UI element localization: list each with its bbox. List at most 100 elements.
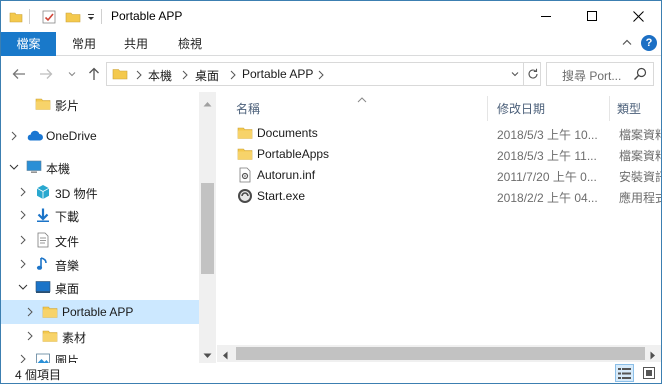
column-divider[interactable]	[487, 96, 488, 121]
download-icon	[35, 207, 51, 223]
chevron-right-icon	[317, 69, 325, 83]
tab-view[interactable]: 檢視	[165, 32, 215, 56]
folder-icon	[9, 8, 23, 26]
chevron-right-icon[interactable]	[9, 131, 19, 141]
cloud-icon	[26, 128, 43, 144]
details-view-button[interactable]	[615, 364, 634, 382]
file-row[interactable]: PortableApps 2018/5/3 上午 11... 檔案資料	[235, 144, 661, 165]
maximize-button[interactable]	[569, 1, 615, 31]
expand-ribbon-icon[interactable]	[621, 37, 633, 52]
cube-icon	[35, 184, 51, 200]
tab-home[interactable]: 常用	[59, 32, 109, 56]
minimize-button[interactable]	[523, 1, 569, 31]
music-icon	[35, 256, 51, 272]
scroll-down-arrow[interactable]	[203, 348, 212, 362]
sort-ascending-icon	[357, 92, 367, 106]
file-list: 名稱 修改日期 類型 Documents 2018/5/3 上午 10... 檔案資…	[217, 92, 661, 363]
file-name: Autorun.inf	[257, 168, 316, 182]
scroll-thumb[interactable]	[236, 347, 645, 360]
chevron-right-icon[interactable]	[25, 331, 35, 341]
navigation-scrollbar[interactable]	[199, 92, 216, 363]
sidebar-item-label: 3D 物件	[55, 187, 98, 201]
chevron-right-icon	[229, 69, 237, 83]
sidebar-item[interactable]: 文件	[1, 228, 199, 252]
refresh-button[interactable]	[523, 63, 541, 85]
column-divider[interactable]	[609, 96, 610, 121]
scroll-left-arrow[interactable]	[222, 349, 228, 363]
scroll-up-arrow[interactable]	[203, 96, 212, 110]
file-row[interactable]: Documents 2018/5/3 上午 10... 檔案資料	[235, 123, 661, 144]
sidebar-item[interactable]: 桌面	[1, 275, 199, 299]
search-box[interactable]: 搜尋 Port...	[546, 62, 654, 86]
breadcrumb-this-pc[interactable]: 本機	[148, 67, 172, 84]
search-placeholder: 搜尋 Port...	[562, 69, 622, 83]
sidebar-item[interactable]: 本機	[1, 155, 199, 179]
properties-icon[interactable]	[41, 8, 57, 26]
sidebar-item-label: 文件	[55, 235, 80, 249]
sidebar-item[interactable]: 圖片	[1, 347, 199, 363]
settings-file-icon	[237, 167, 253, 183]
file-date: 2018/2/2 上午 04...	[497, 191, 598, 205]
chevron-down-icon[interactable]	[9, 162, 19, 172]
file-name: PortableApps	[257, 147, 330, 161]
tab-share[interactable]: 共用	[111, 32, 161, 56]
sidebar-item[interactable]: Portable APP	[1, 300, 199, 324]
scroll-thumb[interactable]	[201, 183, 214, 274]
desktop-icon	[35, 279, 51, 295]
sidebar-item[interactable]: 下載	[1, 203, 199, 227]
search-icon[interactable]	[633, 67, 647, 84]
close-button[interactable]	[615, 1, 661, 31]
sidebar-item[interactable]: 素材	[1, 324, 199, 348]
file-name: Start.exe	[257, 189, 306, 203]
sidebar-item[interactable]: 3D 物件	[1, 180, 199, 204]
file-row[interactable]: Autorun.inf 2011/7/20 上午 0... 安裝資訊	[235, 165, 661, 186]
toolbar-divider	[29, 9, 30, 24]
new-folder-icon[interactable]	[65, 8, 81, 26]
file-list-scrollbar[interactable]	[217, 345, 661, 362]
folder-icon	[42, 304, 58, 320]
up-button[interactable]	[86, 66, 102, 82]
sidebar-item-label: OneDrive	[46, 129, 97, 143]
sidebar-item-label: 音樂	[55, 259, 80, 273]
help-icon[interactable]: ?	[641, 35, 657, 51]
quick-access-dropdown-icon[interactable]	[86, 8, 96, 26]
address-history-dropdown[interactable]	[506, 63, 523, 85]
folder-icon	[237, 146, 253, 162]
file-type: 應用程式	[619, 191, 661, 205]
sidebar-item[interactable]: 影片	[1, 92, 199, 116]
chevron-right-icon[interactable]	[18, 187, 28, 197]
breadcrumb-desktop[interactable]: 桌面	[195, 67, 219, 84]
chevron-right-icon[interactable]	[18, 354, 28, 363]
chevron-right-icon[interactable]	[18, 210, 28, 220]
recent-locations-dropdown[interactable]	[64, 66, 80, 82]
item-count: 4 個項目	[15, 368, 62, 382]
scroll-right-arrow[interactable]	[650, 349, 656, 363]
column-header-date[interactable]: 修改日期	[497, 97, 545, 122]
breadcrumb-portable-app[interactable]: Portable APP	[242, 67, 313, 81]
file-type: 檔案資料	[619, 128, 661, 142]
folder-icon	[35, 96, 51, 112]
chevron-right-icon[interactable]	[25, 307, 35, 317]
large-icons-view-button[interactable]	[639, 364, 658, 382]
file-name: Documents	[257, 126, 318, 140]
sidebar-item[interactable]: OneDrive	[1, 124, 199, 148]
sidebar-item[interactable]: 音樂	[1, 252, 199, 276]
back-button[interactable]	[11, 66, 27, 82]
forward-button[interactable]	[38, 66, 54, 82]
sidebar-item-label: 下載	[55, 210, 80, 224]
chevron-right-icon[interactable]	[18, 259, 28, 269]
chevron-down-icon[interactable]	[18, 282, 28, 292]
sidebar-item-label: 素材	[62, 331, 87, 345]
navigation-pane: 影片 OneDrive 本機 3D 物件下載文件音樂桌面 Portable APP 素材圖…	[1, 92, 216, 363]
file-row[interactable]: Start.exe 2018/2/2 上午 04... 應用程式	[235, 186, 661, 207]
chevron-right-icon[interactable]	[18, 235, 28, 245]
column-header-type[interactable]: 類型	[617, 97, 641, 122]
sidebar-item-label: 影片	[55, 99, 80, 113]
pictures-icon	[35, 351, 51, 363]
app-icon	[237, 188, 253, 204]
address-bar[interactable]: 本機 桌面 Portable APP	[106, 62, 541, 86]
status-bar: 4 個項目	[1, 363, 661, 383]
tab-file[interactable]: 檔案	[1, 32, 56, 56]
ribbon-tabs: 檔案 常用 共用 檢視 ?	[1, 32, 661, 56]
column-header-name[interactable]: 名稱	[236, 97, 260, 122]
